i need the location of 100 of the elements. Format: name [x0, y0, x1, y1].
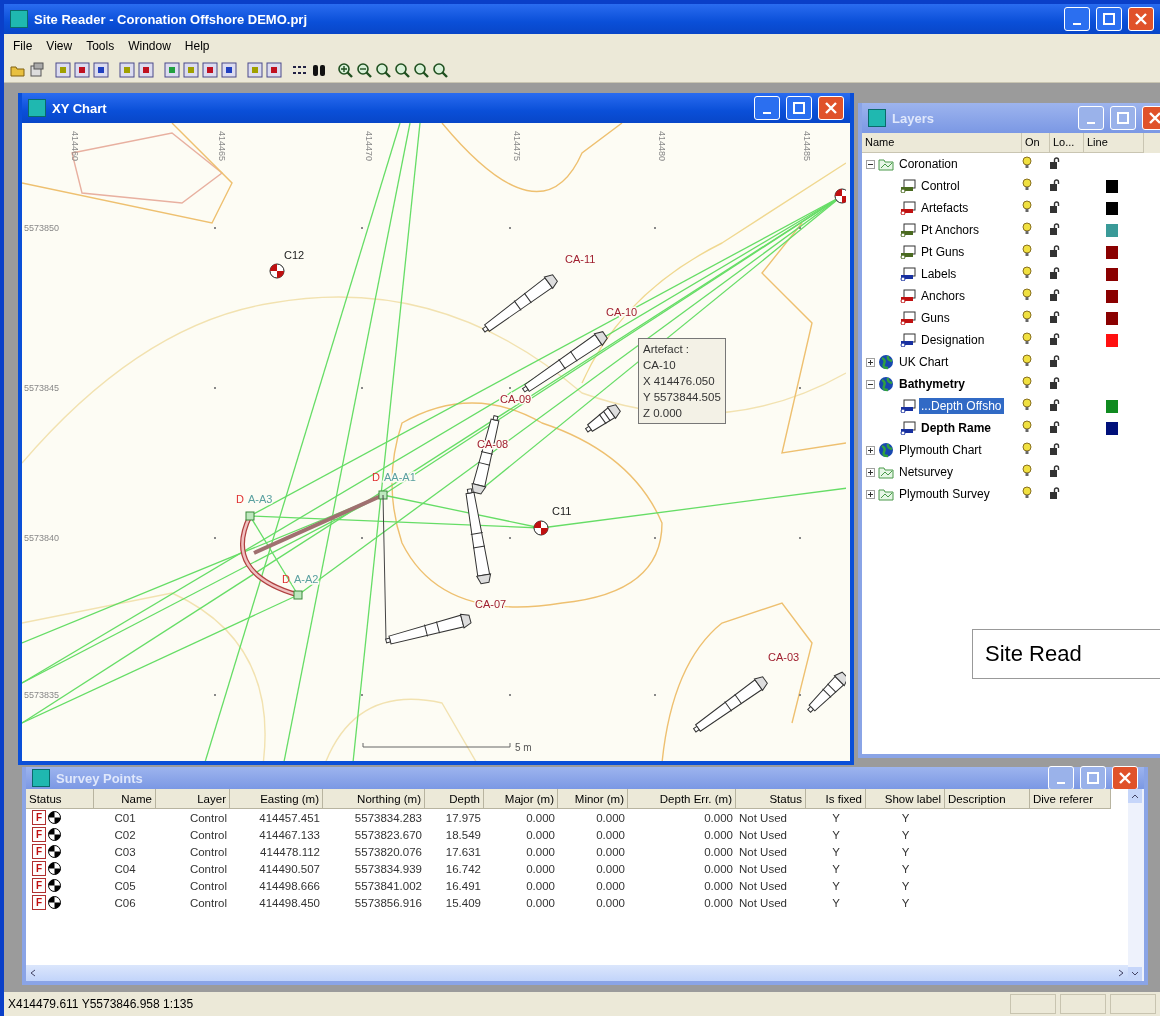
properties-icon[interactable] [29, 62, 45, 78]
magnifier-icon[interactable] [394, 62, 410, 78]
layer-name[interactable]: ...Depth Offsho [919, 398, 1004, 414]
light-bulb-icon[interactable] [1022, 420, 1032, 433]
open-padlock-icon[interactable] [1050, 464, 1060, 477]
close-button[interactable] [818, 96, 844, 120]
light-bulb-icon[interactable] [1022, 156, 1032, 169]
layer-name[interactable]: Coronation [897, 156, 960, 172]
light-bulb-icon[interactable] [1022, 398, 1032, 411]
open-padlock-icon[interactable] [1050, 266, 1060, 279]
horizontal-scrollbar[interactable] [26, 965, 1128, 981]
frame-icon[interactable] [138, 62, 154, 78]
minimize-button[interactable] [754, 96, 780, 120]
light-bulb-icon[interactable] [1022, 354, 1032, 367]
open-padlock-icon[interactable] [1050, 310, 1060, 323]
column-header[interactable]: Easting (m) [230, 789, 323, 809]
column-header[interactable]: Name [862, 133, 1022, 153]
open-padlock-icon[interactable] [1050, 442, 1060, 455]
column-header[interactable]: Is fixed [806, 789, 866, 809]
light-bulb-icon[interactable] [1022, 200, 1032, 213]
layer-name[interactable]: Plymouth Survey [897, 486, 992, 502]
column-header[interactable]: Dive referer [1030, 789, 1111, 809]
column-header[interactable]: Layer [156, 789, 230, 809]
column-header[interactable]: Major (m) [484, 789, 558, 809]
light-bulb-icon[interactable] [1022, 332, 1032, 345]
column-header[interactable]: Minor (m) [558, 789, 628, 809]
light-bulb-icon[interactable] [1022, 310, 1032, 323]
open-padlock-icon[interactable] [1050, 354, 1060, 367]
light-bulb-icon[interactable] [1022, 288, 1032, 301]
layer-name[interactable]: Artefacts [919, 200, 971, 216]
frame-icon[interactable] [74, 62, 90, 78]
magnifier-icon[interactable] [432, 62, 448, 78]
open-padlock-icon[interactable] [1050, 420, 1060, 433]
layer-name[interactable]: Pt Anchors [919, 222, 982, 238]
expand-toggle[interactable] [866, 445, 875, 455]
collapse-toggle[interactable] [866, 159, 875, 169]
frame-icon[interactable] [266, 62, 282, 78]
frame-icon[interactable] [221, 62, 237, 78]
light-bulb-icon[interactable] [1022, 266, 1032, 279]
collapse-toggle[interactable] [866, 379, 875, 389]
light-bulb-icon[interactable] [1022, 178, 1032, 191]
light-bulb-icon[interactable] [1022, 486, 1032, 499]
open-padlock-icon[interactable] [1050, 178, 1060, 191]
magnifier-icon[interactable] [413, 62, 429, 78]
column-header[interactable]: On [1022, 133, 1050, 153]
layer-name[interactable]: Control [919, 178, 962, 194]
light-bulb-icon[interactable] [1022, 222, 1032, 235]
close-button[interactable] [1112, 766, 1138, 790]
menu-item[interactable]: Help [179, 39, 215, 53]
column-header[interactable]: Depth Err. (m) [628, 789, 736, 809]
layer-name[interactable]: UK Chart [897, 354, 951, 370]
open-padlock-icon[interactable] [1050, 332, 1060, 345]
open-padlock-icon[interactable] [1050, 486, 1060, 499]
zoom-out-icon[interactable] [356, 62, 372, 78]
layer-name[interactable]: Depth Rame [919, 420, 993, 436]
column-header[interactable]: Show label [866, 789, 945, 809]
column-header[interactable]: Status [26, 789, 94, 809]
frame-icon[interactable] [164, 62, 180, 78]
menu-item[interactable]: Window [123, 39, 176, 53]
open-padlock-icon[interactable] [1050, 200, 1060, 213]
expand-toggle[interactable] [866, 467, 875, 477]
light-bulb-icon[interactable] [1022, 244, 1032, 257]
menu-item[interactable]: File [8, 39, 38, 53]
open-padlock-icon[interactable] [1050, 244, 1060, 257]
layer-name[interactable]: Plymouth Chart [897, 442, 984, 458]
column-header[interactable]: Lo... [1050, 133, 1084, 153]
minimize-button[interactable] [1064, 7, 1090, 31]
layer-name[interactable]: Pt Guns [919, 244, 967, 260]
column-header[interactable]: Description [945, 789, 1030, 809]
open-padlock-icon[interactable] [1050, 376, 1060, 389]
light-bulb-icon[interactable] [1022, 376, 1032, 389]
binoculars-icon[interactable] [311, 62, 327, 78]
column-header[interactable]: Depth [425, 789, 484, 809]
expand-toggle[interactable] [866, 489, 875, 499]
column-header[interactable]: Status [736, 789, 806, 809]
layer-name[interactable]: Netsurvey [897, 464, 956, 480]
frame-icon[interactable] [93, 62, 109, 78]
layer-name[interactable]: Guns [919, 310, 952, 326]
column-header[interactable]: Line [1084, 133, 1144, 153]
maximize-button[interactable] [786, 96, 812, 120]
open-padlock-icon[interactable] [1050, 288, 1060, 301]
layer-name[interactable]: Anchors [919, 288, 968, 304]
zoom-in-icon[interactable] [337, 62, 353, 78]
column-header[interactable]: Northing (m) [323, 789, 425, 809]
menu-item[interactable]: Tools [81, 39, 120, 53]
expand-toggle[interactable] [866, 357, 875, 367]
layer-name[interactable]: Bathymetry [897, 376, 968, 392]
menu-item[interactable]: View [41, 39, 78, 53]
open-padlock-icon[interactable] [1050, 398, 1060, 411]
column-header[interactable]: Name [94, 789, 156, 809]
magnifier-icon[interactable] [375, 62, 391, 78]
light-bulb-icon[interactable] [1022, 464, 1032, 477]
maximize-button[interactable] [1096, 7, 1122, 31]
layer-name[interactable]: Designation [919, 332, 987, 348]
layer-name[interactable]: Labels [919, 266, 959, 282]
light-bulb-icon[interactable] [1022, 442, 1032, 455]
close-button[interactable] [1128, 7, 1154, 31]
open-padlock-icon[interactable] [1050, 156, 1060, 169]
frame-icon[interactable] [202, 62, 218, 78]
vertical-scrollbar[interactable] [1128, 789, 1144, 981]
